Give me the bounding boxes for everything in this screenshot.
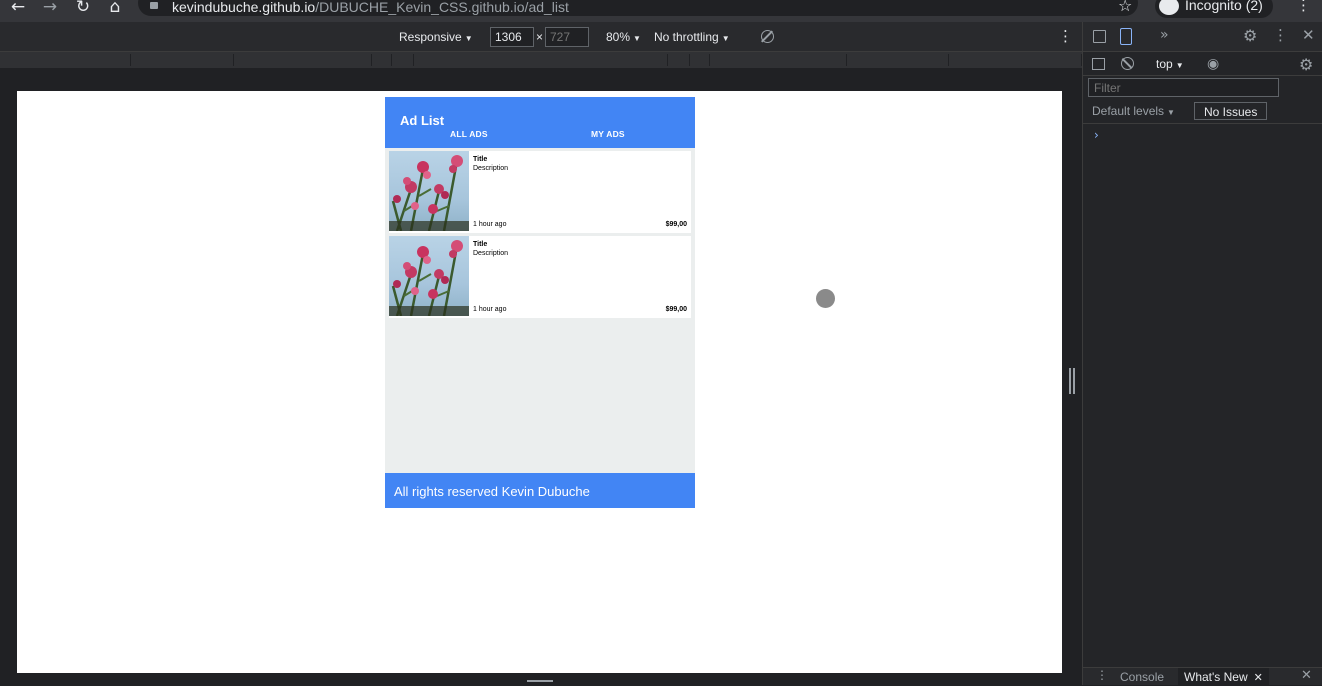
devtools-drawer-tabs: ⋮ Console What's New ✕ ✕ bbox=[1083, 667, 1322, 686]
console-filter-input[interactable] bbox=[1088, 78, 1279, 97]
chevron-down-icon: ▼ bbox=[721, 34, 730, 43]
devtools-toolbar: » ⚙ ⋮ ✕ bbox=[1083, 22, 1322, 52]
throttling-label: No throttling bbox=[654, 30, 719, 44]
reload-icon[interactable]: ↻ bbox=[73, 0, 93, 17]
viewport-resize-handle[interactable] bbox=[1069, 368, 1075, 394]
ad-price: $99,00 bbox=[665, 221, 687, 228]
media-query-segment[interactable] bbox=[414, 54, 668, 66]
touch-cursor-indicator bbox=[816, 289, 835, 308]
ad-description: Description bbox=[473, 165, 509, 172]
context-label: top bbox=[1156, 57, 1173, 71]
ad-timestamp: 1 hour ago bbox=[473, 306, 507, 313]
close-tab-icon[interactable]: ✕ bbox=[1254, 672, 1263, 684]
close-icon[interactable]: ✕ bbox=[1302, 26, 1315, 44]
media-query-segment[interactable] bbox=[690, 54, 710, 66]
url-host: kevindubuche.github.io bbox=[172, 0, 316, 15]
browser-toolbar: ← → ↻ ⌂ kevindubuche.github.io/DUBUCHE_K… bbox=[0, 0, 1322, 22]
bookmark-star-icon[interactable]: ☆ bbox=[1118, 0, 1132, 15]
media-query-segment[interactable] bbox=[668, 54, 690, 66]
levels-label: Default levels bbox=[1092, 104, 1165, 118]
chevron-down-icon: ▼ bbox=[464, 34, 473, 43]
page-title: Ad List bbox=[400, 113, 445, 128]
media-query-bar[interactable] bbox=[0, 52, 1082, 68]
device-mode-label: Responsive bbox=[399, 30, 462, 44]
clear-console-icon[interactable] bbox=[1121, 57, 1134, 70]
levels-select[interactable]: Default levels ▼ bbox=[1092, 104, 1175, 118]
device-mode-select[interactable]: Responsive ▼ bbox=[399, 30, 473, 44]
tab-whats-new[interactable]: What's New ✕ bbox=[1178, 668, 1269, 686]
media-query-segment[interactable] bbox=[372, 54, 392, 66]
zoom-label: 80% bbox=[606, 30, 631, 44]
inspect-element-icon[interactable] bbox=[1093, 30, 1106, 43]
lock-icon bbox=[150, 2, 158, 9]
rotate-icon[interactable] bbox=[761, 30, 774, 43]
ad-title: Title bbox=[473, 241, 488, 248]
gear-icon[interactable]: ⚙ bbox=[1243, 26, 1257, 45]
console-prompt[interactable]: › bbox=[1094, 128, 1099, 142]
incognito-icon bbox=[1159, 0, 1179, 15]
media-query-segment[interactable] bbox=[234, 54, 372, 66]
ad-image bbox=[389, 236, 469, 316]
ad-card[interactable]: Title Description 1 hour ago $99,00 bbox=[389, 236, 691, 318]
media-query-segment[interactable] bbox=[847, 54, 949, 66]
more-tabs-icon[interactable]: » bbox=[1160, 27, 1169, 43]
dimension-separator: × bbox=[536, 30, 544, 44]
close-drawer-icon[interactable]: ✕ bbox=[1301, 668, 1312, 683]
incognito-badge[interactable]: Incognito (2) bbox=[1155, 0, 1273, 18]
browser-menu-icon[interactable]: ⋮ bbox=[1296, 0, 1311, 14]
back-icon[interactable]: ← bbox=[8, 0, 28, 17]
url-text: kevindubuche.github.io/DUBUCHE_Kevin_CSS… bbox=[172, 0, 569, 15]
app-header: Ad List ALL ADS MY ADS bbox=[385, 97, 695, 148]
viewport-resize-handle-bottom[interactable] bbox=[527, 680, 553, 683]
console-levels-row: Default levels ▼ No Issues bbox=[1083, 100, 1322, 124]
viewport-width-input[interactable] bbox=[490, 27, 534, 47]
ad-description: Description bbox=[473, 250, 509, 257]
device-toggle-icon[interactable] bbox=[1120, 28, 1132, 45]
tab-whats-new-label: What's New bbox=[1184, 670, 1248, 684]
eye-icon[interactable]: ◉ bbox=[1207, 56, 1219, 72]
devtools-menu-icon[interactable]: ⋮ bbox=[1273, 26, 1288, 44]
forward-icon[interactable]: → bbox=[40, 0, 60, 17]
tab-all-ads[interactable]: ALL ADS bbox=[450, 129, 488, 139]
console-settings-icon[interactable]: ⚙ bbox=[1299, 55, 1313, 74]
media-query-segment[interactable] bbox=[710, 54, 847, 66]
address-bar[interactable]: kevindubuche.github.io/DUBUCHE_Kevin_CSS… bbox=[138, 0, 1138, 16]
throttling-select[interactable]: No throttling ▼ bbox=[654, 30, 730, 44]
drawer-menu-icon[interactable]: ⋮ bbox=[1096, 668, 1108, 682]
device-toolbar: Responsive▼ × 80%▼ No throttling▼ ⋮ bbox=[0, 22, 1082, 52]
ad-title: Title bbox=[473, 156, 488, 163]
zoom-select[interactable]: 80% ▼ bbox=[606, 30, 641, 44]
ad-image bbox=[389, 151, 469, 231]
chevron-down-icon: ▼ bbox=[633, 34, 641, 43]
app-footer: All rights reserved Kevin Dubuche bbox=[385, 473, 695, 508]
incognito-label: Incognito (2) bbox=[1185, 0, 1263, 13]
chevron-down-icon: ▼ bbox=[1175, 61, 1184, 70]
devtools-panel: » ⚙ ⋮ ✕ top▼ ◉ ⚙ Default levels▼ No Issu… bbox=[1082, 22, 1322, 686]
home-icon[interactable]: ⌂ bbox=[105, 0, 125, 17]
ad-price: $99,00 bbox=[665, 306, 687, 313]
more-options-icon[interactable]: ⋮ bbox=[1058, 27, 1073, 45]
media-query-segment[interactable] bbox=[0, 54, 131, 66]
ad-list-app: Ad List ALL ADS MY ADS Title Description… bbox=[385, 97, 695, 508]
url-path: /DUBUCHE_Kevin_CSS.github.io/ad_list bbox=[315, 0, 569, 15]
media-query-segment[interactable] bbox=[949, 54, 1082, 66]
sidebar-toggle-icon[interactable] bbox=[1092, 58, 1105, 70]
chevron-down-icon: ▼ bbox=[1167, 108, 1175, 117]
footer-text: All rights reserved Kevin Dubuche bbox=[394, 484, 590, 499]
ad-timestamp: 1 hour ago bbox=[473, 221, 507, 228]
media-query-segment[interactable] bbox=[131, 54, 234, 66]
tab-my-ads[interactable]: MY ADS bbox=[591, 129, 625, 139]
console-toolbar: top ▼ ◉ ⚙ bbox=[1083, 52, 1322, 76]
media-query-segment[interactable] bbox=[392, 54, 414, 66]
context-select[interactable]: top ▼ bbox=[1156, 57, 1184, 71]
viewport-height-input[interactable] bbox=[545, 27, 589, 47]
tab-console[interactable]: Console bbox=[1114, 668, 1170, 686]
ad-card[interactable]: Title Description 1 hour ago $99,00 bbox=[389, 151, 691, 233]
issues-button[interactable]: No Issues bbox=[1194, 102, 1268, 120]
